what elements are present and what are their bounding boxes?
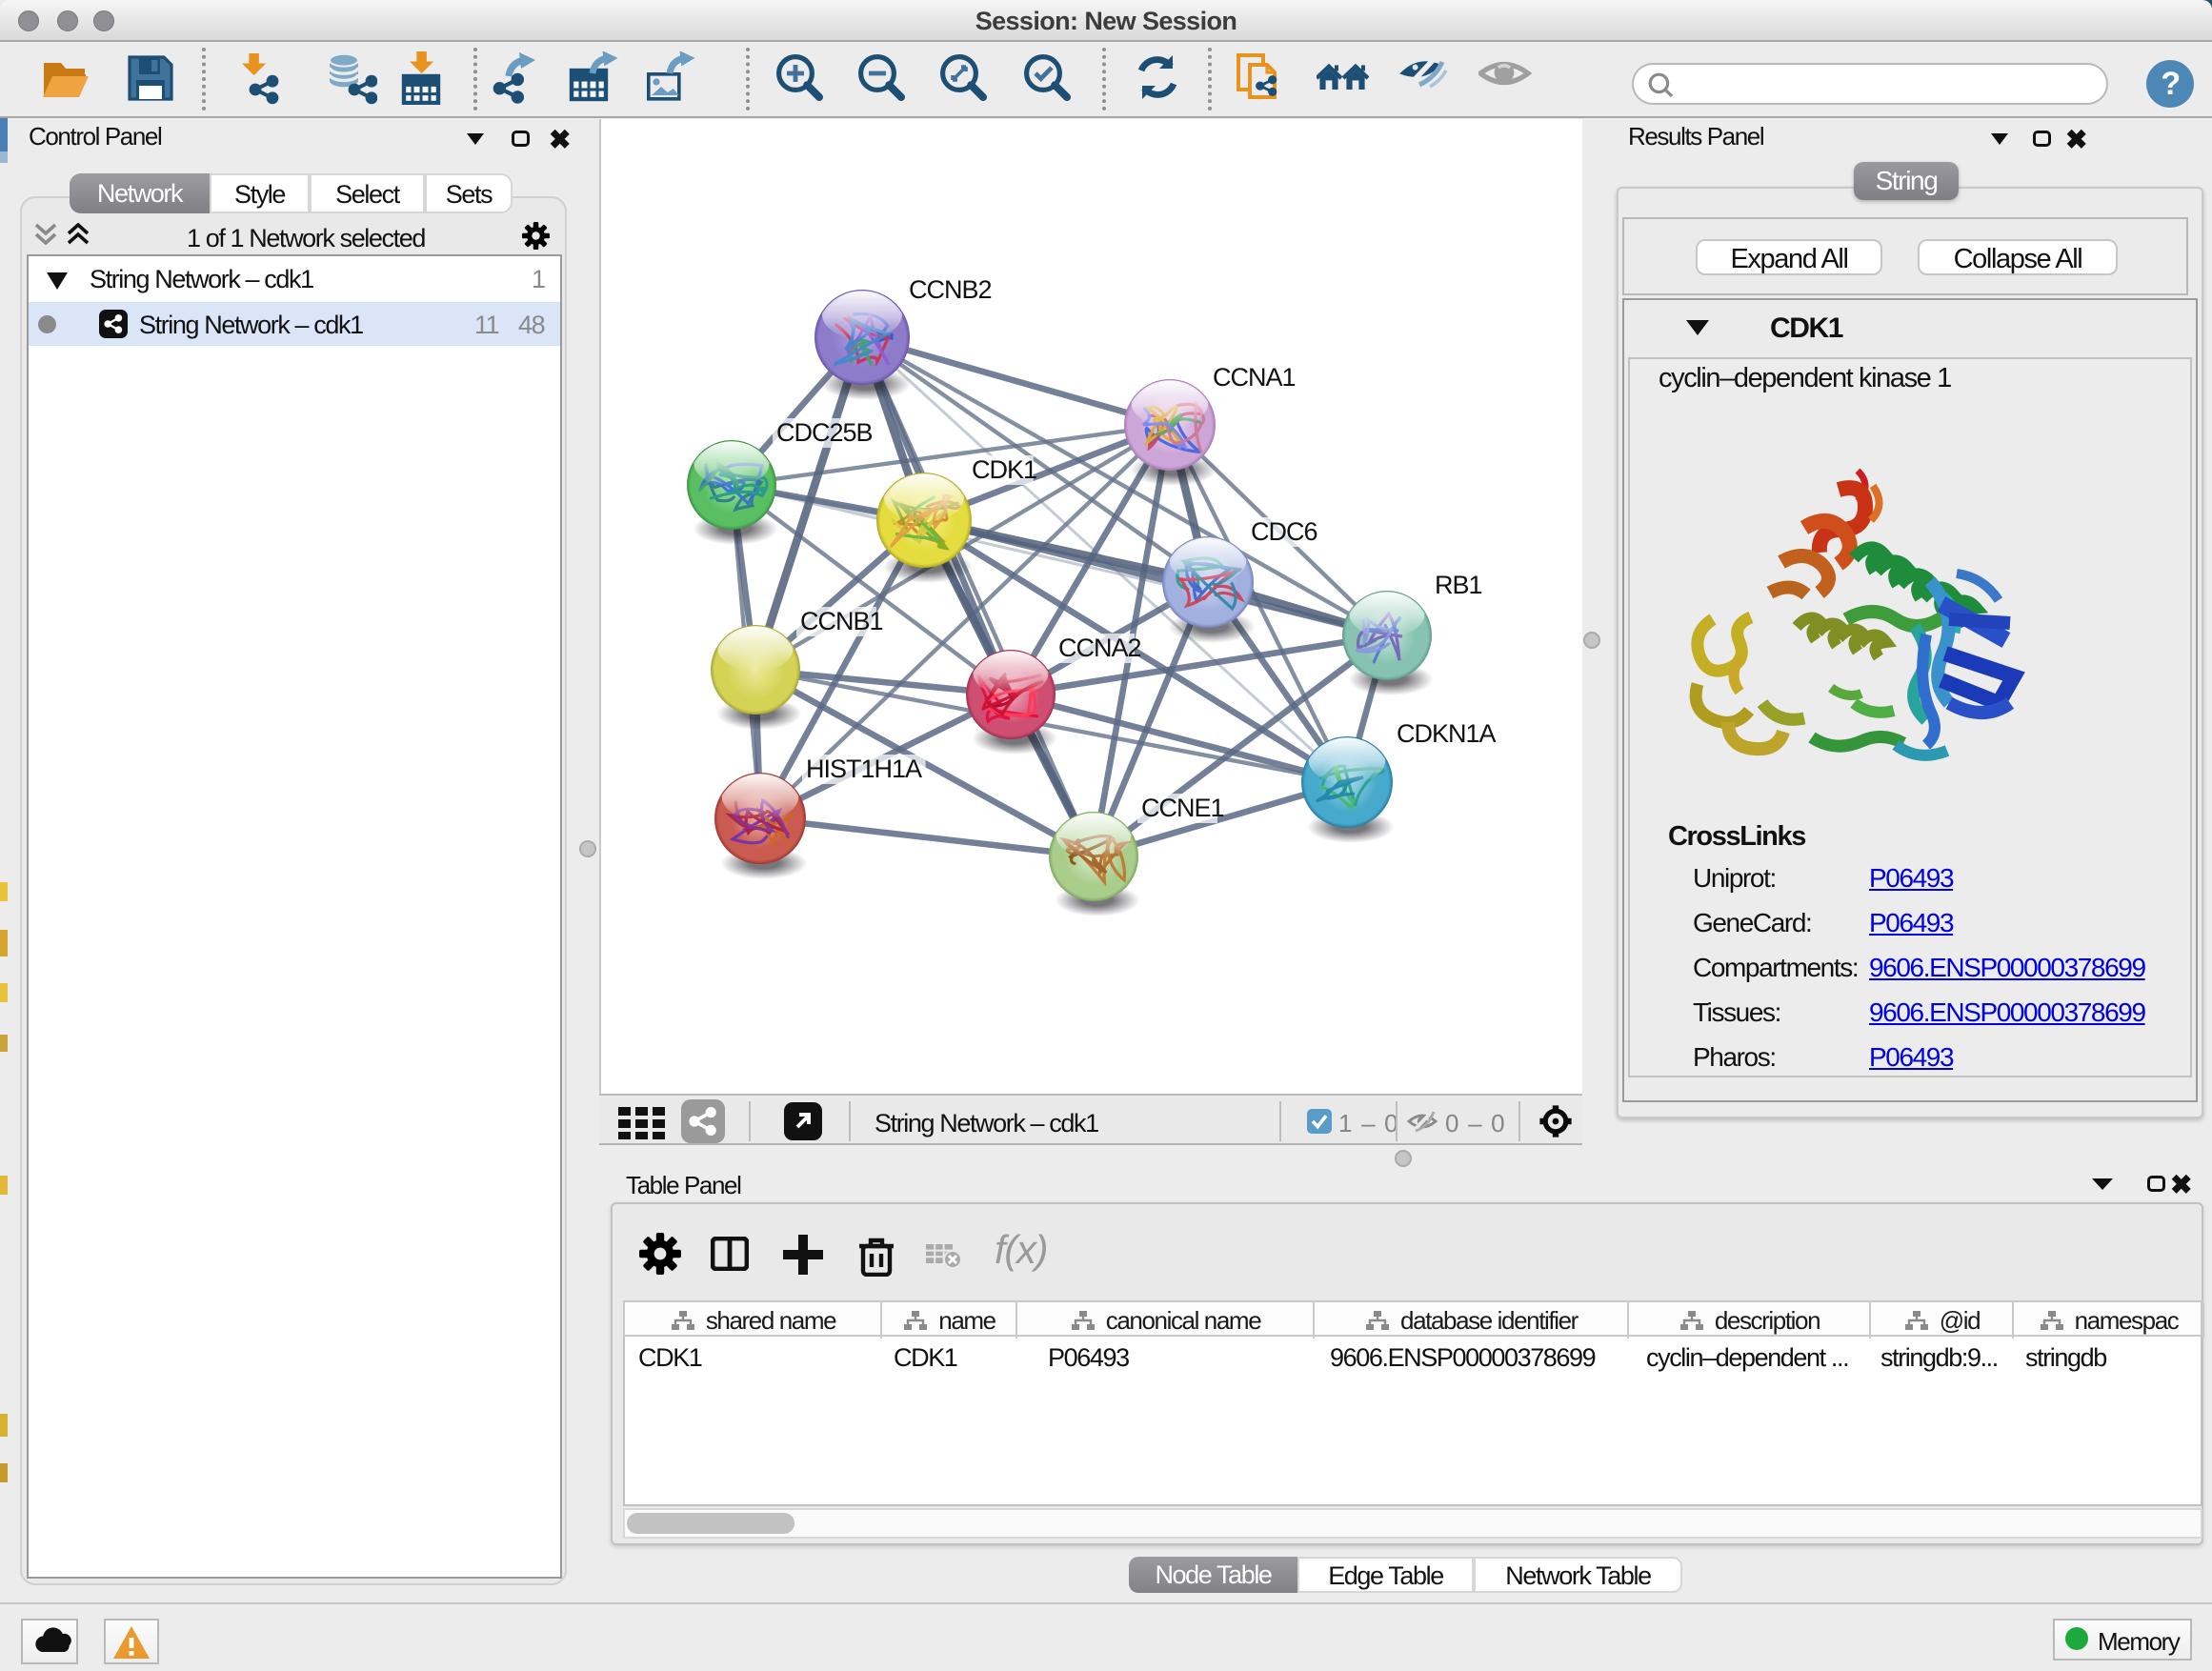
svg-text:RB1: RB1 [1435, 571, 1482, 599]
svg-text:CDC25B: CDC25B [776, 418, 873, 447]
svg-text:CCNE1: CCNE1 [1141, 794, 1224, 822]
svg-text:CCNA1: CCNA1 [1213, 363, 1296, 392]
svg-text:CCNA2: CCNA2 [1058, 634, 1141, 662]
svg-text:CDC6: CDC6 [1251, 517, 1317, 546]
svg-text:CDKN1A: CDKN1A [1397, 719, 1497, 748]
svg-text:CCNB2: CCNB2 [909, 275, 992, 304]
svg-text:HIST1H1A: HIST1H1A [806, 755, 922, 783]
svg-text:CCNB1: CCNB1 [800, 607, 883, 635]
svg-text:CDK1: CDK1 [972, 455, 1036, 484]
